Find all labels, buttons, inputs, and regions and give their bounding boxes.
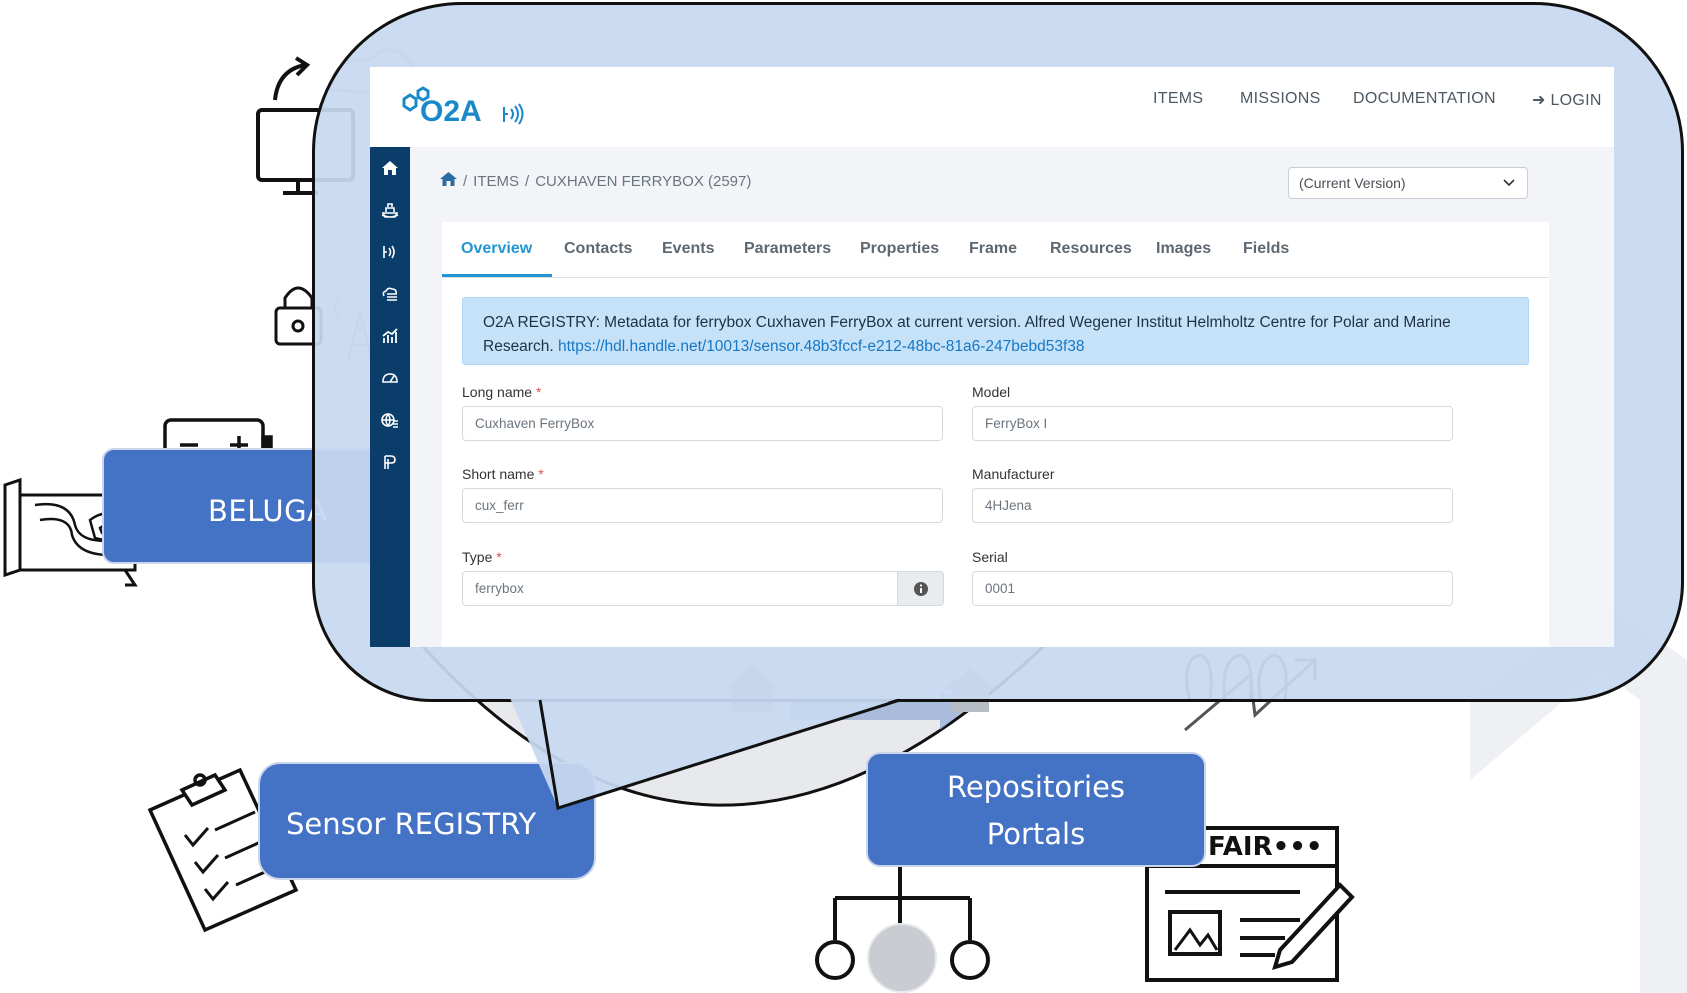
required-mark: * [538,466,544,482]
tab-images[interactable]: Images [1156,240,1211,258]
type-info-button[interactable] [898,571,944,606]
sensor-registry-box: Sensor REGISTRY [258,762,596,880]
tab-fields[interactable]: Fields [1243,240,1289,258]
short-name-field[interactable]: cux_ferr [462,488,943,523]
model-label: Model [972,384,1011,400]
sign-in-icon: ➜ [1532,92,1546,109]
tab-overview[interactable]: Overview [461,240,532,258]
nav-login[interactable]: ➜ LOGIN [1532,90,1602,110]
nav-items[interactable]: ITEMS [1153,90,1203,108]
cloud-stack-icon[interactable] [370,279,410,309]
breadcrumb: / ITEMS / CUXHAVEN FERRYBOX (2597) [440,172,751,190]
parameter-icon[interactable] [370,447,410,477]
breadcrumb-items[interactable]: ITEMS [473,173,519,190]
tab-properties[interactable]: Properties [860,240,939,258]
main-content: / ITEMS / CUXHAVEN FERRYBOX (2597) (Curr… [410,147,1614,647]
portals-label: Portals [986,817,1086,851]
o2a-logo[interactable]: O2A [392,77,542,142]
home-icon[interactable] [370,153,410,183]
nav-missions[interactable]: MISSIONS [1240,90,1321,108]
info-icon [913,581,928,596]
chart-icon[interactable] [370,321,410,351]
tab-parameters[interactable]: Parameters [744,240,831,258]
tab-frame[interactable]: Frame [969,240,1017,258]
tab-resources[interactable]: Resources [1050,240,1132,258]
long-name-label-text: Long name [462,384,533,400]
version-select[interactable]: (Current Version) [1288,167,1528,199]
repositories-label: Repositories [946,770,1126,804]
logo-text: O2A [420,95,482,128]
alert-handle-link[interactable]: https://hdl.handle.net/10013/sensor.48b3… [558,338,1085,355]
breadcrumb-current: CUXHAVEN FERRYBOX (2597) [535,172,752,190]
sensor-registry-label: Sensor REGISTRY [286,807,537,841]
fair-label: FAIR••• [1208,832,1323,862]
login-label: LOGIN [1550,92,1602,109]
required-mark: * [496,549,502,565]
o2a-logo-icon: O2A [402,86,524,128]
breadcrumb-separator: / [525,172,530,190]
required-mark: * [535,384,542,400]
short-name-label: Short name * [462,466,544,482]
version-select-value: (Current Version) [1299,175,1406,191]
app-window: O2A ITEMS MISSIONS DOCUMENTATION ➜ LOGIN [370,67,1614,647]
globe-stack-icon[interactable] [370,405,410,435]
item-card: Overview Contacts Events Parameters Prop… [442,222,1549,647]
repositories-portals-box: Repositories Portals [866,752,1206,867]
tab-events[interactable]: Events [662,240,714,258]
short-name-label-text: Short name [462,466,535,482]
model-field[interactable]: FerryBox I [972,406,1453,441]
long-name-field[interactable]: Cuxhaven FerryBox [462,406,943,441]
sidebar [370,147,410,647]
serial-label: Serial [972,549,1008,565]
type-field[interactable]: ferrybox [462,571,898,606]
globe-small [867,923,937,993]
vessel-icon[interactable] [370,195,410,225]
nav-documentation[interactable]: DOCUMENTATION [1353,90,1496,108]
serial-field[interactable]: 0001 [972,571,1453,606]
active-tab-indicator [442,274,552,277]
type-label-text: Type [462,549,493,565]
long-name-label: Long name * [462,384,541,400]
breadcrumb-separator: / [463,172,468,190]
manufacturer-label: Manufacturer [972,466,1055,482]
sensor-icon[interactable] [370,237,410,267]
beluga-label: BELUGA [208,494,328,528]
top-navbar: O2A ITEMS MISSIONS DOCUMENTATION ➜ LOGIN [370,67,1614,147]
chevron-down-icon [1503,175,1515,191]
dashboard-icon[interactable] [370,363,410,393]
info-alert: O2A REGISTRY: Metadata for ferrybox Cuxh… [462,297,1529,365]
manufacturer-field[interactable]: 4HJena [972,488,1453,523]
type-label: Type * [462,549,502,565]
breadcrumb-home-icon[interactable] [440,172,457,190]
tab-bar: Overview Contacts Events Parameters Prop… [442,222,1549,278]
tab-contacts[interactable]: Contacts [564,240,632,258]
